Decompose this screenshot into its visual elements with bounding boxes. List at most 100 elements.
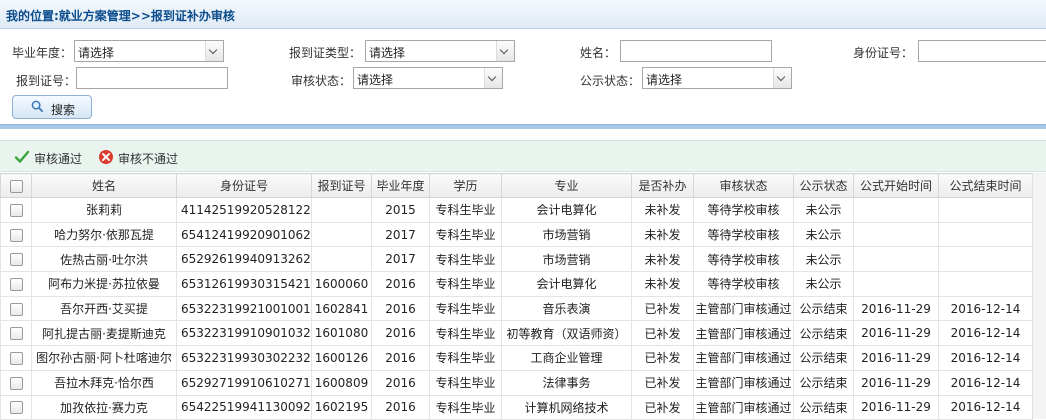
publicity-status-cell: 公示结束 <box>793 345 854 371</box>
row-select-cell <box>0 369 32 396</box>
id-cell: 653126199303154212 <box>176 271 312 297</box>
column-header[interactable]: 姓名 <box>31 173 177 198</box>
education-cell: 专科生毕业 <box>429 369 502 396</box>
major-cell: 初等教育（双语师资） <box>501 320 632 347</box>
cert-no-cell: 1601080 <box>311 320 372 347</box>
reissue-cell: 未补发 <box>631 271 694 297</box>
column-header[interactable]: 审核状态 <box>693 173 794 198</box>
grad-year-cell: 2016 <box>371 394 430 420</box>
row-checkbox[interactable] <box>9 277 23 291</box>
column-header[interactable]: 公式开始时间 <box>853 173 939 198</box>
row-select-cell <box>0 271 32 297</box>
column-header[interactable]: 公示状态 <box>793 173 854 198</box>
chevron-down-icon <box>484 68 502 88</box>
grad-year-cell: 2016 <box>371 320 430 347</box>
table-row[interactable]: 哈力努尔·依那瓦提 654124199209010624 2017 专科生毕业 市场营销… <box>0 221 1033 248</box>
education-cell: 专科生毕业 <box>429 271 502 297</box>
column-header[interactable]: 是否补办 <box>631 173 694 198</box>
approve-label: 审核通过 <box>34 152 83 166</box>
publicity-end-cell: 2016-12-14 <box>938 345 1033 371</box>
publicity-status-cell: 公示结束 <box>793 394 854 420</box>
publicity-status-value: 请选择 <box>646 73 683 87</box>
column-header[interactable]: 毕业年度 <box>371 173 430 198</box>
approve-button[interactable]: 审核通过 <box>14 148 86 166</box>
reject-button[interactable]: 审核不通过 <box>98 148 184 166</box>
publicity-end-cell: 2016-12-14 <box>938 295 1033 322</box>
search-icon <box>31 100 44 113</box>
publicity-end-cell <box>938 271 1033 297</box>
row-checkbox[interactable] <box>9 302 23 316</box>
reissue-cell: 已补发 <box>631 394 694 420</box>
publicity-start-cell <box>853 197 939 223</box>
audit-status-cell: 主管部门审核通过 <box>693 369 794 396</box>
publicity-status-select[interactable]: 请选择 <box>642 67 792 89</box>
table-row[interactable]: 阿扎提古丽·麦提斯迪克 653223199109010326 1601080 2016… <box>0 320 1033 347</box>
id-cell: 654124199209010624 <box>176 221 312 248</box>
publicity-start-cell: 2016-11-29 <box>853 369 939 396</box>
table-row[interactable]: 吾拉木拜克·恰尔西 652927199106102711 1600809 2016 专科… <box>0 369 1033 396</box>
row-checkbox[interactable] <box>9 376 23 390</box>
select-all-checkbox[interactable] <box>9 179 23 193</box>
name-cell: 佐热古丽·吐尔洪 <box>31 246 177 273</box>
row-checkbox[interactable] <box>9 327 23 341</box>
row-checkbox[interactable] <box>9 401 23 415</box>
publicity-start-cell: 2016-11-29 <box>853 320 939 347</box>
publicity-end-cell: 2016-12-14 <box>938 369 1033 396</box>
grad-year-select[interactable]: 请选择 <box>74 40 224 62</box>
cert-no-cell: 1602841 <box>311 295 372 322</box>
row-select-cell <box>0 345 32 371</box>
column-header[interactable]: 学历 <box>429 173 502 198</box>
cert-no-input[interactable] <box>76 67 228 89</box>
id-cell: 653223199303022320 <box>176 345 312 371</box>
cert-no-cell: 1600809 <box>311 369 372 396</box>
cert-no-cell <box>311 197 372 223</box>
column-header[interactable]: 专业 <box>501 173 632 198</box>
cert-no-label: 报到证号： <box>16 74 77 88</box>
id-input[interactable] <box>918 40 1046 62</box>
reissue-cell: 未补发 <box>631 246 694 273</box>
education-cell: 专科生毕业 <box>429 320 502 347</box>
education-cell: 专科生毕业 <box>429 345 502 371</box>
name-cell: 阿扎提古丽·麦提斯迪克 <box>31 320 177 347</box>
publicity-status-cell: 未公示 <box>793 197 854 223</box>
chevron-down-icon <box>496 41 514 61</box>
column-header[interactable]: 身份证号 <box>176 173 312 198</box>
table-row[interactable]: 阿布力米提·苏拉依曼 653126199303154212 1600060 2016 专… <box>0 271 1033 297</box>
grad-year-cell: 2017 <box>371 221 430 248</box>
cert-no-cell: 1600060 <box>311 271 372 297</box>
table-row[interactable]: 张莉莉 41142519920528122X 2015 专科生毕业 会计电算化 未补发 等待… <box>0 197 1033 223</box>
table-row[interactable]: 佐热古丽·吐尔洪 652926199409132620 2017 专科生毕业 市场营销未… <box>0 246 1033 273</box>
education-cell: 专科生毕业 <box>429 221 502 248</box>
row-checkbox[interactable] <box>9 351 23 365</box>
id-cell: 41142519920528122X <box>176 197 312 223</box>
cert-no-cell <box>311 221 372 248</box>
name-cell: 哈力努尔·依那瓦提 <box>31 221 177 248</box>
major-cell: 市场营销 <box>501 221 632 248</box>
name-input[interactable] <box>620 40 772 62</box>
reissue-cell: 已补发 <box>631 320 694 347</box>
id-cell: 654225199411300926 <box>176 394 312 420</box>
table-row[interactable]: 加孜依拉·赛力克 654225199411300926 1602195 2016 专科生… <box>0 394 1033 420</box>
row-checkbox[interactable] <box>9 228 23 242</box>
column-header[interactable]: 报到证号 <box>311 173 372 198</box>
grad-year-cell: 2017 <box>371 246 430 273</box>
id-cell: 652926199409132620 <box>176 246 312 273</box>
column-header[interactable]: 公式结束时间 <box>938 173 1033 198</box>
row-checkbox[interactable] <box>9 203 23 217</box>
grad-year-cell: 2016 <box>371 369 430 396</box>
publicity-start-cell: 2016-11-29 <box>853 345 939 371</box>
grad-year-cell: 2015 <box>371 197 430 223</box>
vertical-scrollbar[interactable] <box>1032 173 1046 419</box>
name-cell: 吾拉木拜克·恰尔西 <box>31 369 177 396</box>
cert-type-select[interactable]: 请选择 <box>365 40 515 62</box>
search-button[interactable]: 搜索 <box>12 95 92 119</box>
row-checkbox[interactable] <box>9 253 23 267</box>
audit-status-select[interactable]: 请选择 <box>353 67 503 89</box>
id-cell: 653223199210010013 <box>176 295 312 322</box>
education-cell: 专科生毕业 <box>429 295 502 322</box>
id-cell: 652927199106102711 <box>176 369 312 396</box>
table-row[interactable]: 吾尔开西·艾买提 653223199210010013 1602841 2016 专科生… <box>0 295 1033 322</box>
table-row[interactable]: 图尔孙古丽·阿卜杜喀迪尔 653223199303022320 1600126 201… <box>0 345 1033 371</box>
audit-status-cell: 等待学校审核 <box>693 197 794 223</box>
name-cell: 张莉莉 <box>31 197 177 223</box>
